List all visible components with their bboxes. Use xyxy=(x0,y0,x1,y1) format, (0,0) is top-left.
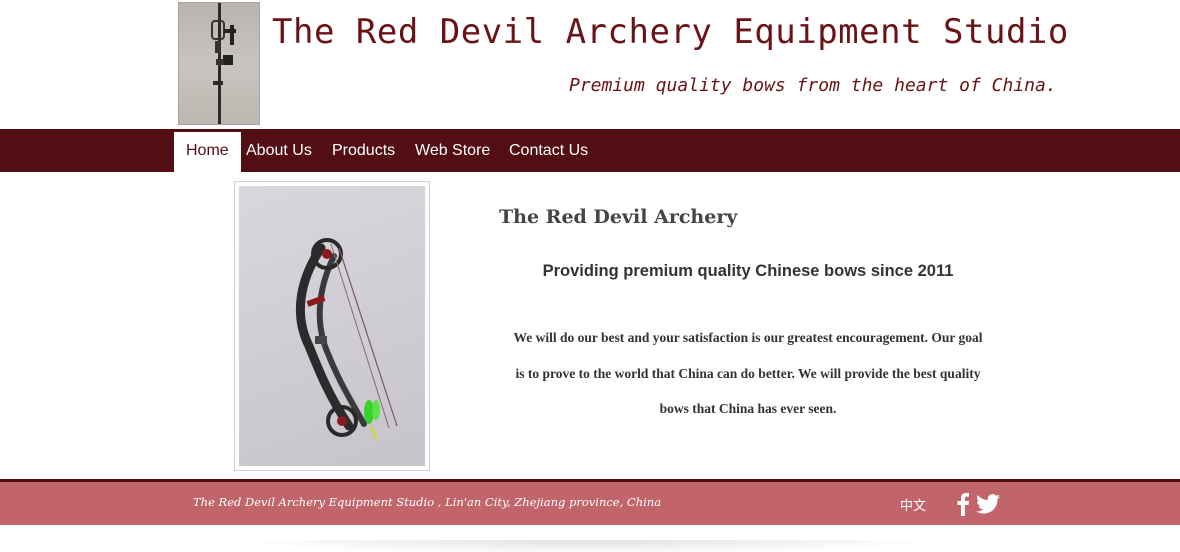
product-photo-frame xyxy=(234,181,430,471)
footer-address: The Red Devil Archery Equipment Studio ,… xyxy=(193,495,662,509)
site-title: The Red Devil Archery Equipment Studio xyxy=(272,12,1069,52)
main-heading: The Red Devil Archery xyxy=(499,206,738,228)
intro-line: is to prove to the world that China can … xyxy=(515,365,981,381)
compound-bow-photo xyxy=(239,186,425,466)
intro-line: bows that China has ever seen. xyxy=(659,401,837,416)
site-header: The Red Devil Archery Equipment Studio P… xyxy=(0,0,1180,129)
site-tagline: Premium quality bows from the heart of C… xyxy=(569,75,1057,96)
intro-line: We will do our best and your satisfactio… xyxy=(513,330,983,345)
nav-home[interactable]: Home xyxy=(174,132,241,172)
intro-paragraph: We will do our best and your satisfactio… xyxy=(498,320,998,427)
twitter-icon[interactable] xyxy=(976,494,1000,514)
nav-products[interactable]: Products xyxy=(320,132,407,172)
bottom-shadow xyxy=(230,540,945,552)
facebook-icon[interactable] xyxy=(956,492,970,516)
logo-bow-image xyxy=(178,2,260,125)
nav-about-us[interactable]: About Us xyxy=(234,132,324,172)
site-footer: The Red Devil Archery Equipment Studio ,… xyxy=(0,479,1180,525)
chinese-language-link[interactable]: 中文 xyxy=(900,495,926,514)
main-nav: Home About Us Products Web Store Contact… xyxy=(0,129,1180,172)
main-subheading: Providing premium quality Chinese bows s… xyxy=(542,262,954,280)
nav-web-store[interactable]: Web Store xyxy=(403,132,502,172)
nav-contact-us[interactable]: Contact Us xyxy=(497,132,600,172)
